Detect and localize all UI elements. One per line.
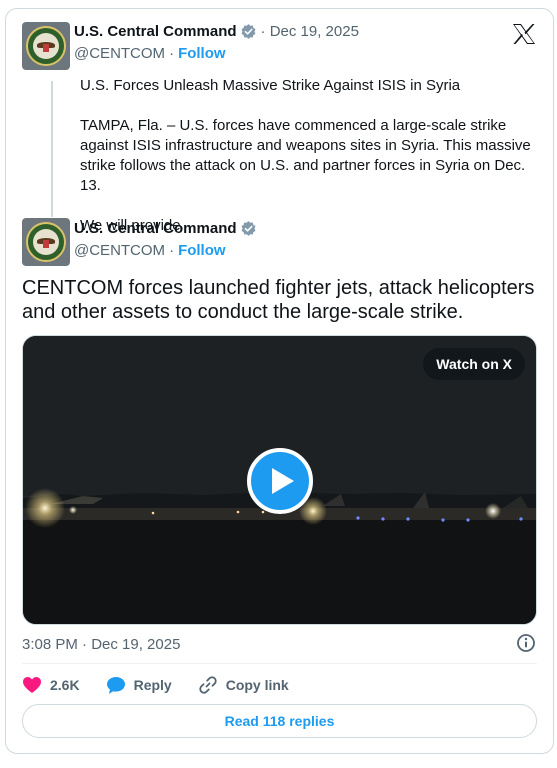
read-replies-button[interactable]: Read 118 replies — [22, 704, 537, 738]
author-handle[interactable]: @CENTCOM — [74, 45, 165, 62]
copy-link-label: Copy link — [225, 677, 289, 693]
follow-button[interactable]: Follow — [178, 45, 226, 62]
avatar[interactable] — [22, 218, 70, 266]
watch-on-x-button[interactable]: Watch on X — [423, 348, 525, 380]
reply-label: Reply — [133, 677, 172, 693]
quoted-paragraph: U.S. Forces Unleash Massive Strike Again… — [80, 77, 461, 94]
quoted-paragraph: TAMPA, Fla. – U.S. forces have commenced… — [80, 117, 531, 194]
post-timestamp[interactable]: 3:08 PM · Dec 19, 2025 — [22, 636, 180, 653]
main-author-row: U.S. Central Command — [74, 220, 257, 237]
author-handle[interactable]: @CENTCOM — [74, 242, 165, 259]
avatar[interactable] — [22, 22, 70, 70]
like-button[interactable]: 2.6K — [22, 676, 80, 694]
separator-dot: · — [169, 45, 175, 62]
quoted-author-row: U.S. Central Command · Dec 19, 2025 — [74, 23, 359, 40]
thread-connector-line — [51, 81, 53, 217]
quoted-handle-row: @CENTCOM · Follow — [74, 45, 226, 62]
follow-button[interactable]: Follow — [178, 242, 226, 259]
centcom-seal-icon — [26, 222, 66, 262]
heart-icon — [23, 677, 41, 693]
link-icon — [199, 676, 217, 694]
author-name[interactable]: U.S. Central Command — [74, 220, 237, 237]
main-handle-row: @CENTCOM · Follow — [74, 242, 226, 259]
play-icon — [271, 468, 294, 494]
author-name[interactable]: U.S. Central Command — [74, 23, 237, 40]
like-count: 2.6K — [50, 677, 80, 693]
post-date[interactable]: · Dec 19, 2025 — [261, 23, 359, 40]
centcom-seal-icon — [26, 26, 66, 66]
info-icon[interactable] — [516, 633, 536, 653]
post-text: CENTCOM forces launched fighter jets, at… — [22, 277, 535, 323]
reply-bubble-icon — [106, 676, 125, 694]
quoted-post-text: U.S. Forces Unleash Massive Strike Again… — [80, 76, 545, 236]
divider — [22, 663, 537, 664]
video-player[interactable]: Watch on X — [22, 335, 537, 625]
verified-badge-icon — [241, 24, 255, 39]
x-logo-icon[interactable] — [512, 23, 536, 45]
action-bar: 2.6K Reply Copy link — [22, 674, 315, 696]
play-button[interactable] — [247, 448, 313, 514]
verified-badge-icon — [241, 221, 255, 236]
reply-button[interactable]: Reply — [106, 676, 172, 695]
separator-dot: · — [169, 242, 175, 259]
copy-link-button[interactable]: Copy link — [198, 675, 289, 695]
